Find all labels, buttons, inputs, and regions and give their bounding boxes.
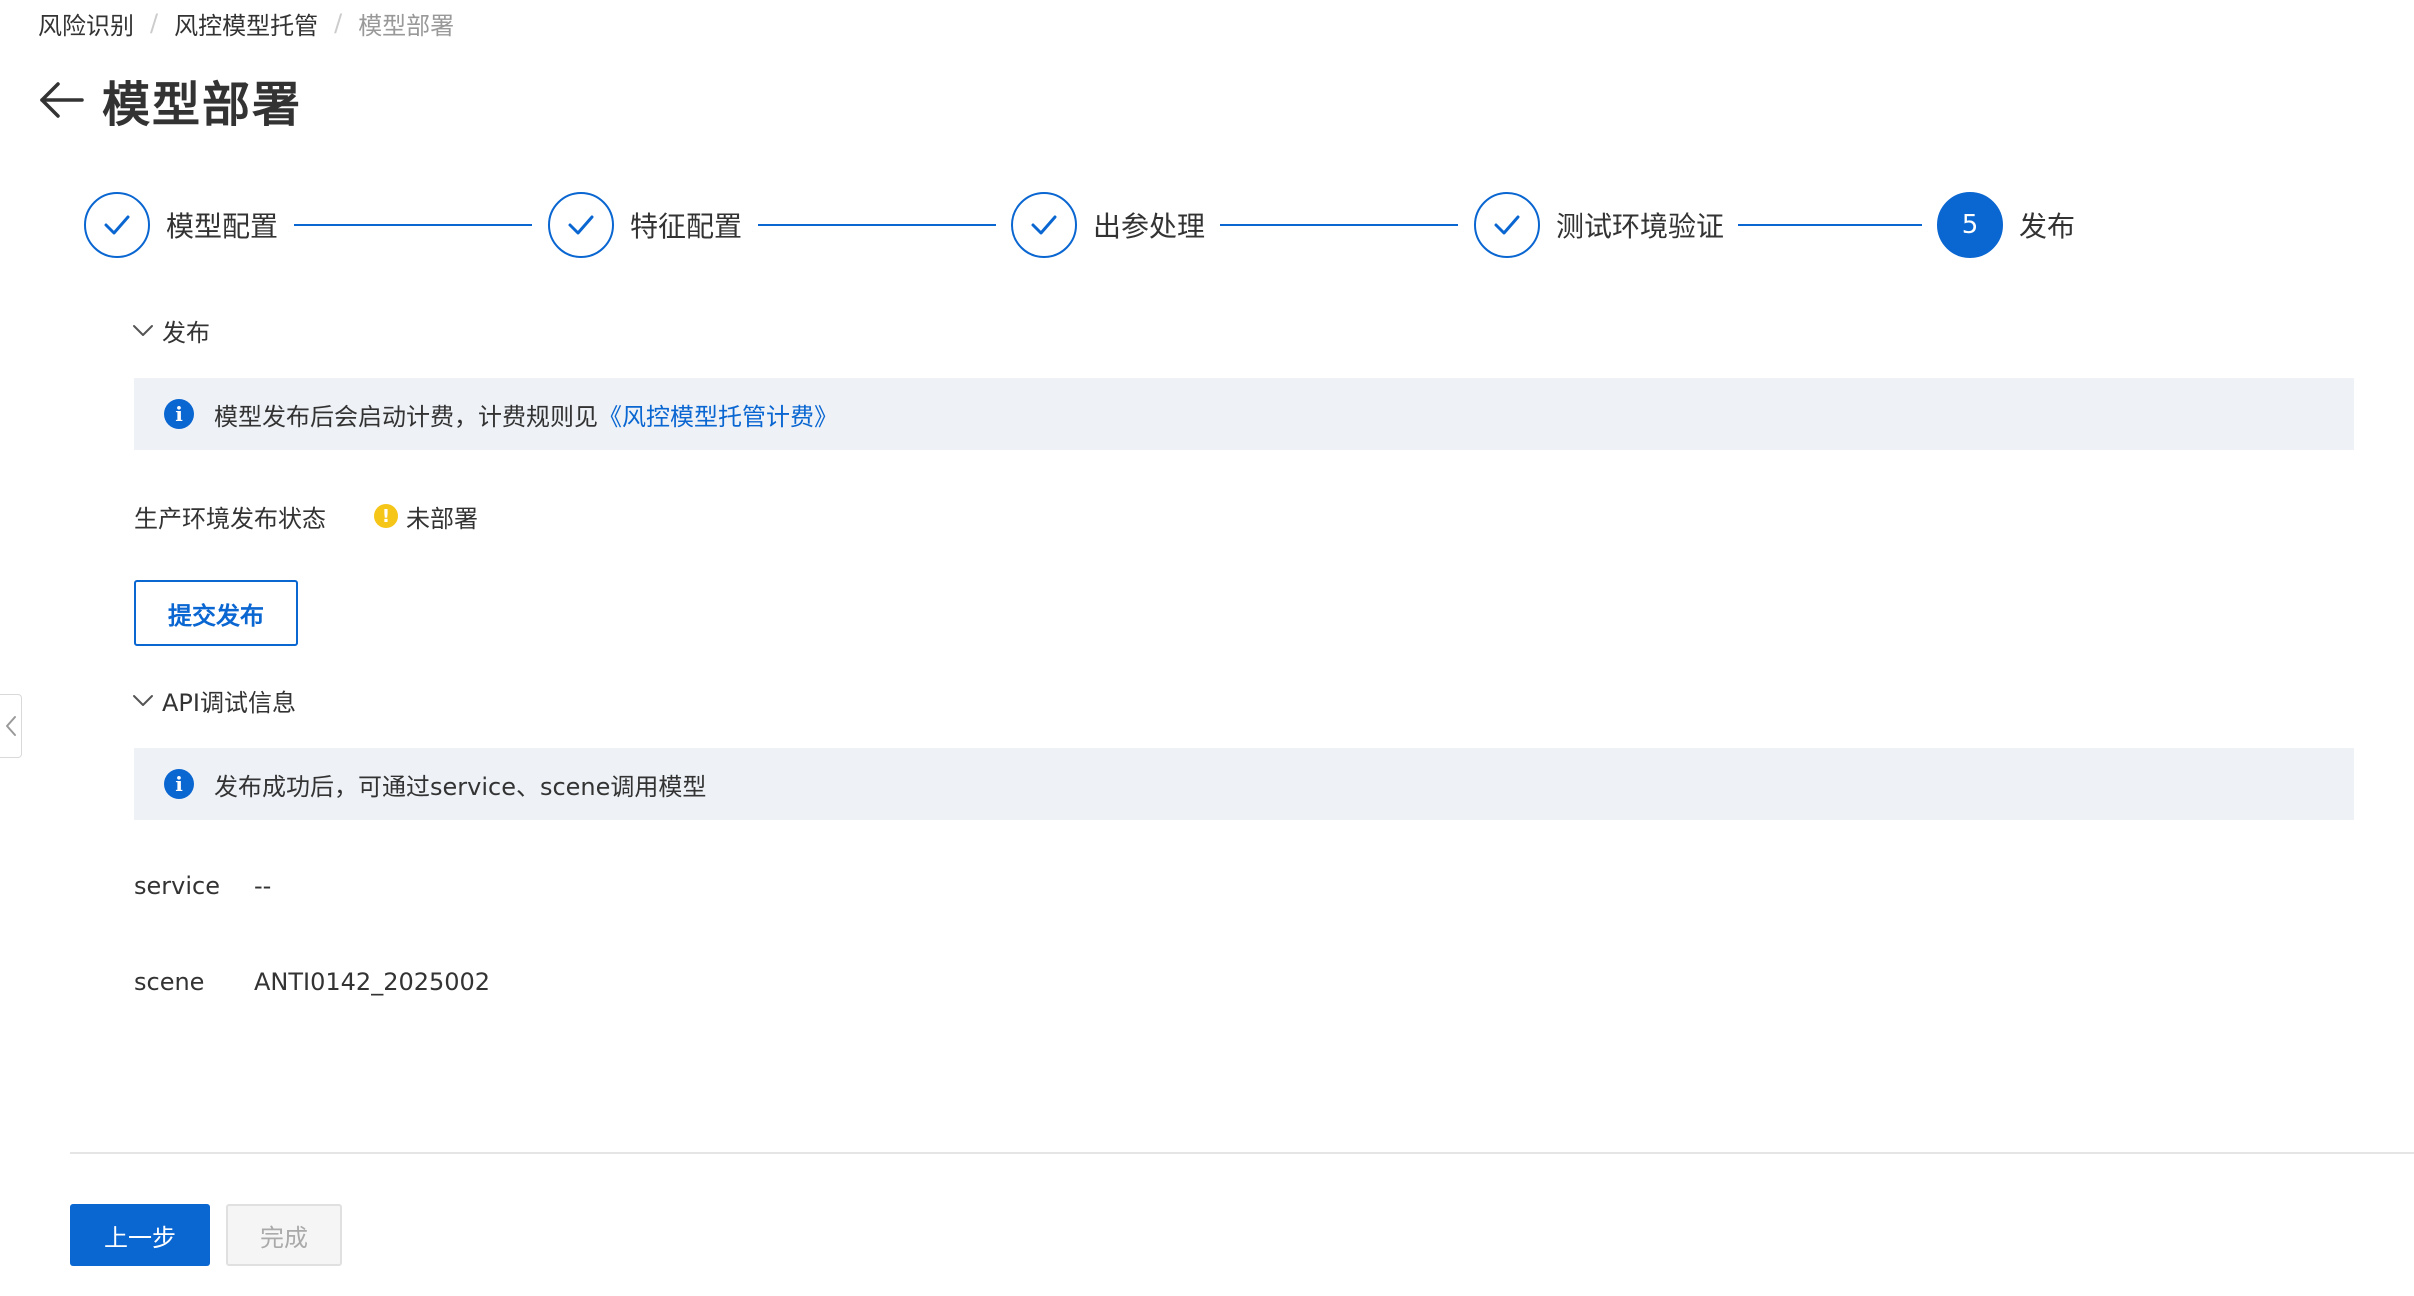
check-icon — [1031, 215, 1057, 235]
publish-section-title: 发布 — [162, 318, 210, 347]
arrow-left-icon — [40, 82, 84, 118]
service-label: service — [134, 872, 220, 900]
info-icon: i — [164, 399, 194, 429]
step-circle — [1474, 192, 1540, 258]
step-label: 模型配置 — [166, 210, 279, 243]
chevron-left-icon — [5, 716, 16, 736]
step-model-config[interactable]: 模型配置 — [84, 190, 278, 260]
breadcrumb-separator: / — [334, 9, 343, 37]
sidebar-collapse-handle[interactable] — [0, 694, 22, 758]
service-value: -- — [254, 872, 272, 900]
api-section-toggle[interactable]: API调试信息 — [132, 682, 296, 718]
step-feature-config[interactable]: 特征配置 — [548, 190, 742, 260]
step-circle — [1011, 192, 1077, 258]
step-connector — [1738, 224, 1922, 226]
breadcrumb-item-risk-identification[interactable]: 风险识别 — [38, 6, 134, 41]
finish-button[interactable]: 完成 — [226, 1204, 342, 1266]
status-badge: 未部署 — [406, 504, 478, 533]
service-row: service -- — [134, 868, 271, 904]
step-connector — [294, 224, 532, 226]
step-label: 出参处理 — [1093, 210, 1206, 243]
step-connector — [758, 224, 996, 226]
page-title: 模型部署 — [102, 77, 303, 133]
production-status-value: ! 未部署 — [374, 499, 478, 534]
footer-divider — [70, 1152, 2414, 1154]
chevron-down-icon — [133, 695, 153, 706]
step-circle — [84, 192, 150, 258]
step-test-env-verification[interactable]: 测试环境验证 — [1474, 190, 1724, 260]
submit-publish-button[interactable]: 提交发布 — [134, 580, 298, 646]
step-publish[interactable]: 5 发布 — [1937, 190, 2075, 260]
steps-bar: 模型配置 特征配置 出参处理 测试环境验证 5 发布 — [0, 190, 2414, 260]
back-button[interactable] — [36, 74, 88, 126]
publish-section-toggle[interactable]: 发布 — [132, 312, 210, 348]
step-output-processing[interactable]: 出参处理 — [1011, 190, 1205, 260]
step-circle — [548, 192, 614, 258]
breadcrumb-separator: / — [150, 9, 159, 37]
check-icon — [568, 215, 594, 235]
production-status-label: 生产环境发布状态 — [134, 504, 326, 533]
api-section-title: API调试信息 — [162, 688, 296, 717]
billing-rules-link[interactable]: 《风控模型托管计费》 — [598, 397, 838, 432]
check-icon — [104, 215, 130, 235]
check-icon — [1494, 215, 1520, 235]
prev-step-button[interactable]: 上一步 — [70, 1204, 210, 1266]
api-alert: i 发布成功后，可通过service、scene调用模型 — [134, 748, 2354, 820]
scene-value: ANTI0142_2025002 — [254, 968, 491, 996]
billing-alert-text: 模型发布后会启动计费，计费规则见 — [214, 402, 598, 431]
production-status-row: 生产环境发布状态 ! 未部署 — [134, 498, 478, 534]
page-header: 模型部署 — [36, 68, 303, 133]
step-label: 发布 — [2019, 210, 2076, 243]
warning-icon: ! — [374, 504, 398, 528]
scene-row: scene ANTI0142_2025002 — [134, 964, 490, 1000]
breadcrumb-item-current: 模型部署 — [358, 11, 455, 40]
step-circle-active: 5 — [1937, 192, 2003, 258]
api-alert-text: 发布成功后，可通过service、scene调用模型 — [214, 772, 707, 801]
step-connector — [1220, 224, 1458, 226]
step-label: 特征配置 — [630, 210, 743, 243]
step-label: 测试环境验证 — [1556, 210, 1725, 243]
breadcrumb: 风险识别 / 风控模型托管 / 模型部署 — [38, 6, 454, 40]
chevron-down-icon — [133, 325, 153, 336]
info-icon: i — [164, 769, 194, 799]
scene-label: scene — [134, 968, 205, 996]
billing-alert: i 模型发布后会启动计费，计费规则见 《风控模型托管计费》 — [134, 378, 2354, 450]
breadcrumb-item-model-hosting[interactable]: 风控模型托管 — [174, 6, 318, 41]
